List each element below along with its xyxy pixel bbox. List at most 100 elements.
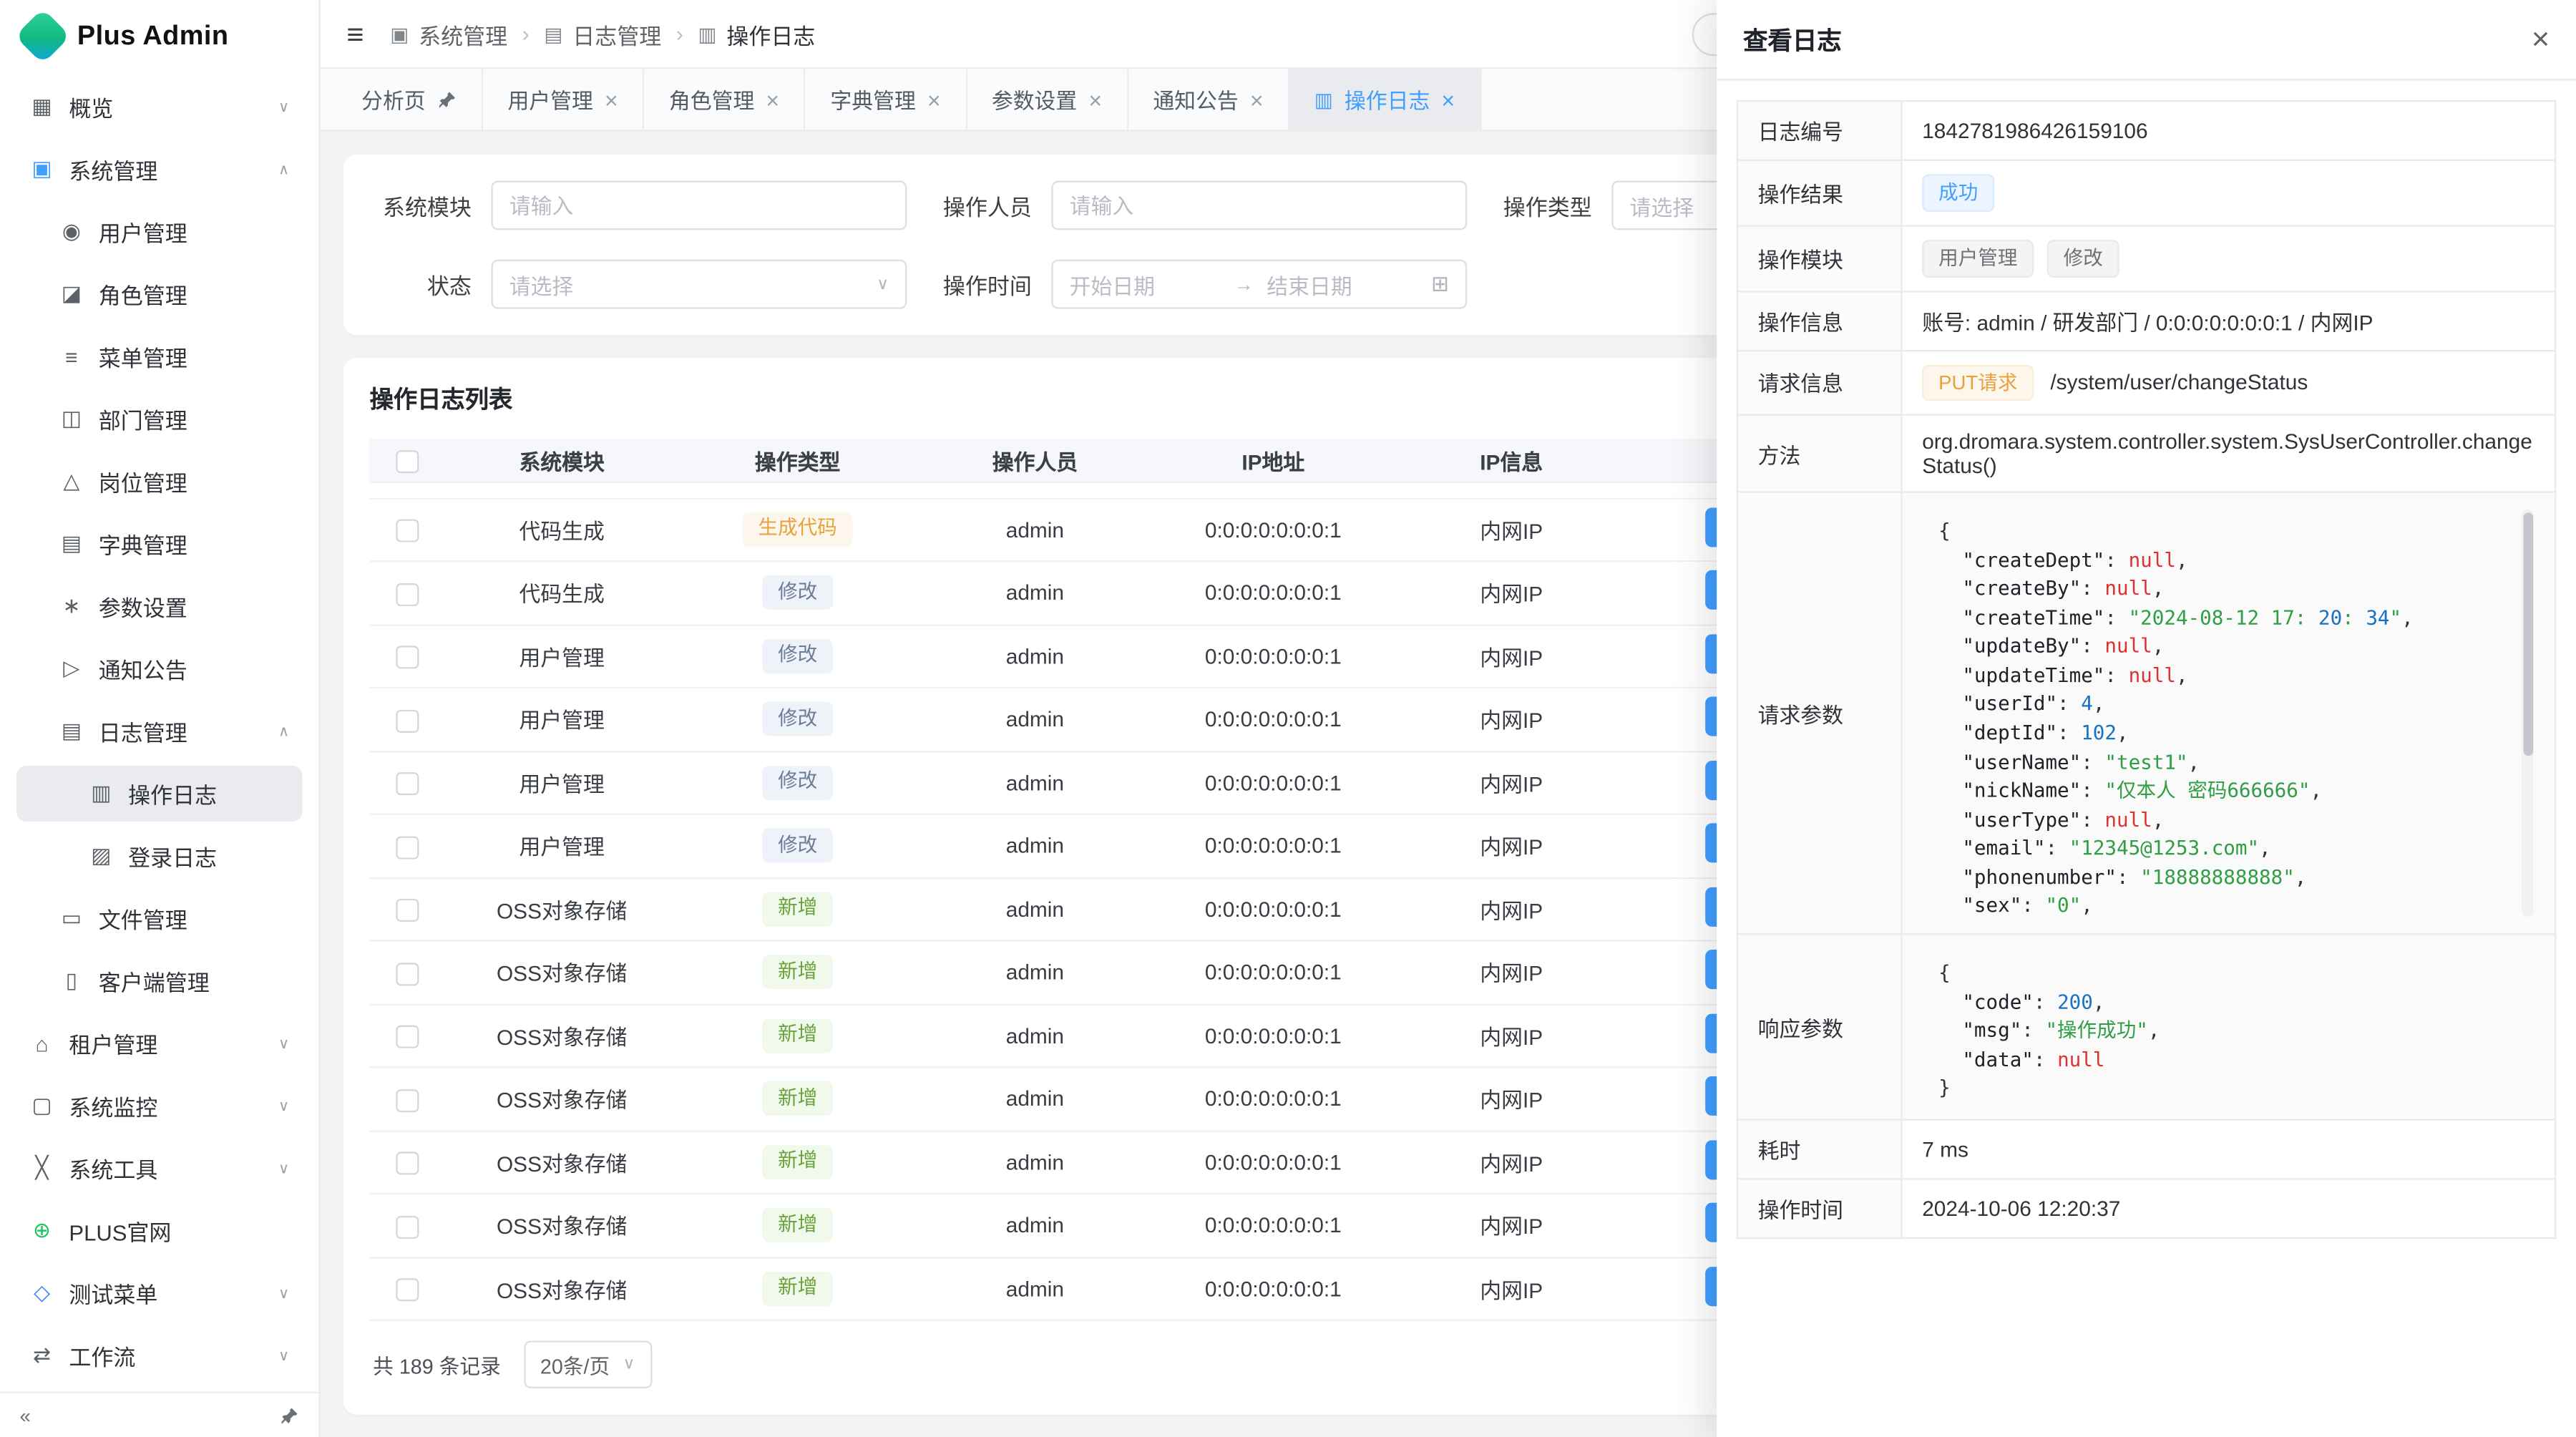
module-tag: 用户管理 [1922,240,2034,277]
sidebar-item-label: 参数设置 [99,590,289,623]
cell-operator: admin [917,643,1153,668]
operation-type-badge: 新增 [763,1209,831,1242]
close-icon[interactable]: × [1441,88,1455,111]
cell-module: OSS对象存储 [445,1146,678,1178]
menu-icon: ≡ [59,344,84,369]
tab-label: 字典管理 [830,84,915,115]
sidebar-item-system[interactable]: ▣系统管理∧ [16,141,302,197]
row-checkbox[interactable] [396,1215,419,1238]
sidebar-item-logs[interactable]: ▤日志管理∧ [16,703,302,759]
tab-操作日志[interactable]: ▥操作日志× [1289,69,1481,130]
sidebar-item-website[interactable]: ⊕PLUS官网 [16,1203,302,1259]
hamburger-menu-icon[interactable]: ≡ [346,19,364,48]
collapse-sidebar-icon[interactable]: « [20,1404,31,1427]
cell-module: 用户管理 [445,767,678,799]
operator-filter-input[interactable] [1051,181,1467,230]
sidebar-item-users[interactable]: ◉用户管理 [16,204,302,260]
pin-icon[interactable] [279,1406,299,1426]
post-icon: △ [59,468,84,495]
sidebar-item-label: 系统管理 [69,153,263,186]
cell-ip-info: 内网IP [1393,1083,1630,1115]
tab-用户管理[interactable]: 用户管理× [483,69,644,130]
row-checkbox[interactable] [396,1278,419,1301]
close-icon[interactable]: × [766,88,779,111]
chevron-down-icon: ∨ [278,1034,289,1052]
cell-ip: 0:0:0:0:0:0:0:1 [1153,1276,1393,1300]
cell-module: OSS对象存储 [445,893,678,925]
sidebar-item-overview[interactable]: ▦概览∨ [16,79,302,135]
response-params-code: { "code": 200, "msg": "操作成功", "data": nu… [1922,949,2534,1106]
logo-icon [15,9,71,64]
row-checkbox[interactable] [396,1026,419,1048]
breadcrumb: ▣ 系统管理 › ▤ 日志管理 › ▥ 操作日志 [390,17,815,50]
system-icon: ▣ [390,22,409,45]
row-checkbox[interactable] [396,962,419,985]
tab-label: 参数设置 [992,84,1077,115]
row-checkbox[interactable] [396,709,419,732]
row-checkbox[interactable] [396,836,419,859]
row-checkbox[interactable] [396,646,419,668]
sidebar-item-label: 部门管理 [99,402,289,435]
dict-icon: ▤ [59,531,84,557]
close-icon[interactable]: × [1250,88,1264,111]
select-all-checkbox[interactable] [396,450,419,473]
sidebar-item-depts[interactable]: ◫ 部门管理 [16,391,302,447]
sidebar-item-monitor[interactable]: ▢系统监控∨ [16,1078,302,1134]
type-filter-label: 操作类型 [1493,189,1592,222]
breadcrumb-item-operlog[interactable]: ▥ 操作日志 [698,17,816,50]
chevron-down-icon: ∨ [278,1284,289,1302]
sidebar-item-label: 日志管理 [99,715,264,748]
tab-通知公告[interactable]: 通知公告× [1128,69,1289,130]
sidebar-item-menus[interactable]: ≡菜单管理 [16,328,302,384]
sidebar-item-posts[interactable]: △岗位管理 [16,454,302,510]
row-checkbox[interactable] [396,1151,419,1174]
row-checkbox[interactable] [396,899,419,922]
log-icon: ▤ [544,22,562,45]
tab-字典管理[interactable]: 字典管理 × [806,69,967,130]
app-logo: Plus Admin [0,0,318,72]
status-filter-select[interactable]: 请选择 ∨ [491,260,907,309]
sidebar-item-tools[interactable]: ╳系统工具∨ [16,1140,302,1196]
test-icon: ◇ [29,1280,54,1307]
sidebar-item-params[interactable]: ∗参数设置 [16,578,302,634]
chevron-down-icon: ∨ [278,98,289,116]
sidebar-item-workflow[interactable]: ⇄工作流∨ [16,1328,302,1383]
sidebar-item-operlog[interactable]: ▥操作日志 [16,766,302,822]
sidebar-item-loginlog[interactable]: ▨登录日志 [16,828,302,884]
total-records-text: 共 189 条记录 [373,1349,501,1380]
close-icon[interactable]: × [2532,24,2550,55]
operation-type-badge: 新增 [763,1018,831,1052]
drawer-title: 查看日志 [1743,22,1842,57]
row-checkbox[interactable] [396,772,419,795]
row-checkbox[interactable] [396,1088,419,1111]
time-range-picker[interactable]: 开始日期 → 结束日期 ⊞ [1051,260,1467,309]
row-checkbox[interactable] [396,583,419,605]
scrollbar[interactable] [2522,510,2533,917]
role-icon: ◪ [59,281,84,308]
cell-ip-info: 内网IP [1393,767,1630,799]
sidebar-item-roles[interactable]: ◪角色管理 [16,266,302,322]
sidebar-item-clients[interactable]: ▯客户端管理 [16,953,302,1009]
sidebar-item-notice[interactable]: ▷通知公告 [16,640,302,696]
module-filter-input[interactable] [491,181,907,230]
page-size-select[interactable]: 20条/页 ∨ [524,1340,651,1388]
cell-operator: admin [917,1213,1153,1237]
sidebar: Plus Admin ▦概览∨ ▣系统管理∧ ◉用户管理 ◪角色管理 ≡菜单管理 ◫ 部门管… [0,0,321,1437]
sidebar-item-dicts[interactable]: ▤字典管理 [16,516,302,572]
method-label: 方法 [1737,416,1902,493]
breadcrumb-item-logs[interactable]: ▤ 日志管理 [544,17,661,50]
cell-ip-info: 内网IP [1393,1146,1630,1178]
close-icon[interactable]: × [1088,88,1102,111]
tab-参数设置[interactable]: 参数设置 × [967,69,1128,130]
close-icon[interactable]: × [605,88,618,111]
sidebar-item-tenants[interactable]: ⌂租户管理∨ [16,1015,302,1071]
close-icon[interactable]: × [927,88,941,111]
sidebar-item-testmenu[interactable]: ◇测试菜单∨ [16,1265,302,1321]
breadcrumb-item-system[interactable]: ▣ 系统管理 [390,17,507,50]
sidebar-item-files[interactable]: ▭文件管理 [16,890,302,946]
row-checkbox[interactable] [396,520,419,542]
tab-角色管理[interactable]: 角色管理× [644,69,805,130]
tab-分析页[interactable]: 分析页 [337,69,483,130]
operation-type-badge: 修改 [763,702,831,736]
dept-icon: ◫ [59,406,84,432]
